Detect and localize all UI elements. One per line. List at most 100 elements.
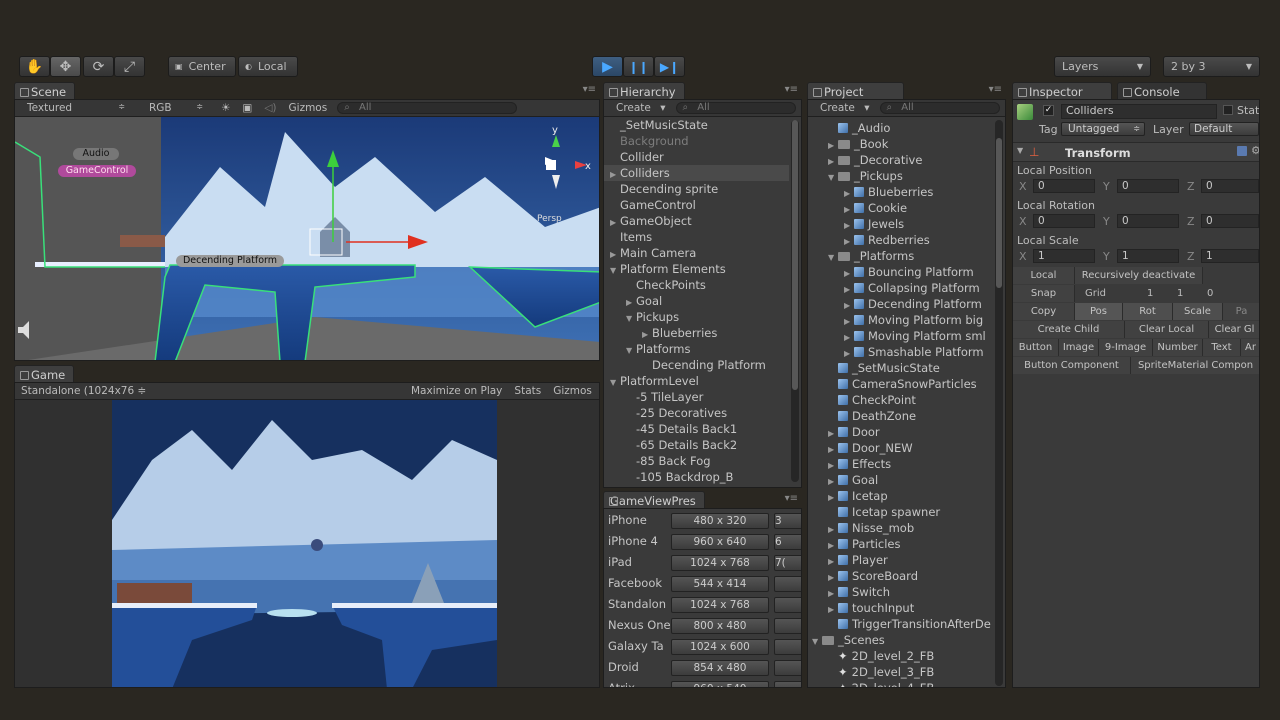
hierarchy-item[interactable]: -65 Details Back2 (604, 437, 789, 453)
project-item[interactable]: ▶ Player (808, 552, 993, 568)
hierarchy-item[interactable]: -105 Backdrop_B (604, 469, 789, 485)
project-item[interactable]: ▶ Door_NEW (808, 440, 993, 456)
move-tool-button[interactable]: ✥ (50, 56, 81, 77)
copy-pos-toggle[interactable]: Pos (1075, 303, 1123, 320)
hierarchy-item[interactable]: Items (604, 229, 789, 245)
hierarchy-item[interactable]: ▼ Pickups (604, 309, 789, 325)
copy-button[interactable]: Copy (1013, 303, 1075, 320)
project-menu-icon[interactable]: ▾≡ (989, 84, 1002, 95)
scene-search-input[interactable]: ⌕ All (337, 102, 518, 114)
clear-global-button[interactable]: Clear Gl (1209, 321, 1259, 338)
project-item[interactable]: ▶ Collapsing Platform (808, 280, 993, 296)
pivot-center-button[interactable]: ▣ Center (168, 56, 236, 77)
tab-hierarchy[interactable]: Hierarchy (603, 82, 685, 100)
preset-extra-button[interactable] (774, 639, 801, 655)
static-checkbox[interactable] (1223, 105, 1233, 115)
gamecontrol-object-label[interactable]: GameControl (58, 165, 136, 177)
scale-z-field[interactable]: 1 (1201, 249, 1259, 263)
project-item[interactable]: ▶ Blueberries (808, 184, 993, 200)
widget-9-image-button[interactable]: 9-Image (1099, 339, 1153, 356)
preset-resolution-button[interactable]: 960 x 640 (671, 534, 769, 550)
project-item[interactable]: ▶ Icetap (808, 488, 993, 504)
create-child-button[interactable]: Create Child (1013, 321, 1125, 338)
grid-z-value[interactable]: 0 (1207, 288, 1213, 299)
project-item[interactable]: ▶ _Decorative (808, 152, 993, 168)
hierarchy-item[interactable]: ▶ Main Camera (604, 245, 789, 261)
preset-resolution-button[interactable]: 1024 x 600 (671, 639, 769, 655)
project-item[interactable]: ▶ ScoreBoard (808, 568, 993, 584)
grid-y-value[interactable]: 1 (1177, 288, 1183, 299)
transform-header[interactable]: ▼ ⊥ Transform ⚙ (1013, 142, 1259, 162)
pos-x-field[interactable]: 0 (1033, 179, 1095, 193)
game-canvas[interactable] (112, 400, 497, 688)
project-item[interactable]: ▶ Jewels (808, 216, 993, 232)
project-item[interactable]: ▶ Redberries (808, 232, 993, 248)
project-item[interactable]: _SetMusicState (808, 360, 993, 376)
project-item[interactable]: ▶ Switch (808, 584, 993, 600)
scene-gizmos-dropdown[interactable]: Gizmos (283, 102, 334, 114)
project-item[interactable]: ▶ Cookie (808, 200, 993, 216)
project-item[interactable]: ▼ _Platforms (808, 248, 993, 264)
rotate-tool-button[interactable]: ⟳ (83, 56, 114, 77)
preset-resolution-button[interactable]: 1024 x 768 (671, 597, 769, 613)
rot-y-field[interactable]: 0 (1117, 214, 1179, 228)
hierarchy-item[interactable]: Decending Platform (604, 357, 789, 373)
project-item[interactable]: ▶ Particles (808, 536, 993, 552)
preset-extra-button[interactable] (774, 576, 801, 592)
hierarchy-item[interactable]: Background (604, 133, 789, 149)
project-item[interactable]: ▶ Moving Platform sml (808, 328, 993, 344)
hierarchy-item[interactable]: Decending sprite (604, 181, 789, 197)
project-item[interactable]: _Audio (808, 120, 993, 136)
tab-project[interactable]: Project (807, 82, 905, 100)
scale-y-field[interactable]: 1 (1117, 249, 1179, 263)
stats-toggle[interactable]: Stats (508, 385, 547, 397)
tab-inspector[interactable]: Inspector (1012, 82, 1112, 100)
preset-extra-button[interactable]: 6 (774, 534, 801, 550)
hierarchy-item[interactable]: -45 Details Back1 (604, 421, 789, 437)
recursively-deactivate-button[interactable]: Recursively deactivate (1075, 267, 1203, 284)
hierarchy-item[interactable]: _SetMusicState (604, 117, 789, 133)
hierarchy-item[interactable]: -85 Back Fog (604, 453, 789, 469)
project-item[interactable]: TriggerTransitionAfterDe (808, 616, 993, 632)
preset-resolution-button[interactable]: 544 x 414 (671, 576, 769, 592)
project-item[interactable]: ▶ Bouncing Platform (808, 264, 993, 280)
project-item[interactable]: ▶ Effects (808, 456, 993, 472)
preset-resolution-button[interactable]: 960 x 540 (671, 681, 769, 687)
game-gizmos-dropdown[interactable]: Gizmos (547, 385, 598, 397)
hierarchy-item[interactable]: ▶ GameObject (604, 213, 789, 229)
project-item[interactable]: ✦ 2D_level_3_FB (808, 664, 993, 680)
help-icon[interactable] (1237, 146, 1247, 156)
tab-console[interactable]: Console (1117, 82, 1207, 100)
paste-button[interactable]: Pa (1223, 303, 1259, 320)
lighting-toggle-icon[interactable]: ☀ (215, 102, 236, 114)
clear-local-button[interactable]: Clear Local (1125, 321, 1209, 338)
sprite-material-component-button[interactable]: SpriteMaterial Compon (1131, 357, 1259, 374)
button-component-button[interactable]: Button Component (1013, 357, 1131, 374)
preset-extra-button[interactable] (774, 618, 801, 634)
copy-rot-toggle[interactable]: Rot (1123, 303, 1173, 320)
hierarchy-item[interactable]: ▶ Goal (604, 293, 789, 309)
gear-icon[interactable]: ⚙ (1251, 144, 1259, 157)
hand-tool-button[interactable]: ✋ (19, 56, 50, 77)
color-mode-dropdown[interactable]: RGB ≑ (137, 102, 215, 114)
maximize-on-play-toggle[interactable]: Maximize on Play (405, 385, 508, 397)
copy-scale-toggle[interactable]: Scale (1173, 303, 1223, 320)
active-checkbox[interactable]: ✓ (1043, 105, 1054, 116)
project-item[interactable]: ▶ Smashable Platform (808, 344, 993, 360)
audio-object-label[interactable]: Audio (73, 148, 119, 160)
resolution-dropdown[interactable]: Standalone (1024x76 ≑ (15, 385, 405, 397)
layers-dropdown[interactable]: Layers ▼ (1054, 56, 1151, 77)
project-item[interactable]: CheckPoint (808, 392, 993, 408)
project-item[interactable]: ▶ Goal (808, 472, 993, 488)
rot-x-field[interactable]: 0 (1033, 214, 1095, 228)
widget-button-button[interactable]: Button (1013, 339, 1059, 356)
hierarchy-item[interactable]: -5 TileLayer (604, 389, 789, 405)
project-item[interactable]: ▶ touchInput (808, 600, 993, 616)
project-item[interactable]: ✦ 2D_level_2_FB (808, 648, 993, 664)
preset-resolution-button[interactable]: 480 x 320 (671, 513, 769, 529)
preset-extra-button[interactable]: 3 (774, 513, 801, 529)
widget-ar-button[interactable]: Ar (1241, 339, 1259, 356)
pos-z-field[interactable]: 0 (1201, 179, 1259, 193)
preset-resolution-button[interactable]: 854 x 480 (671, 660, 769, 676)
pos-y-field[interactable]: 0 (1117, 179, 1179, 193)
